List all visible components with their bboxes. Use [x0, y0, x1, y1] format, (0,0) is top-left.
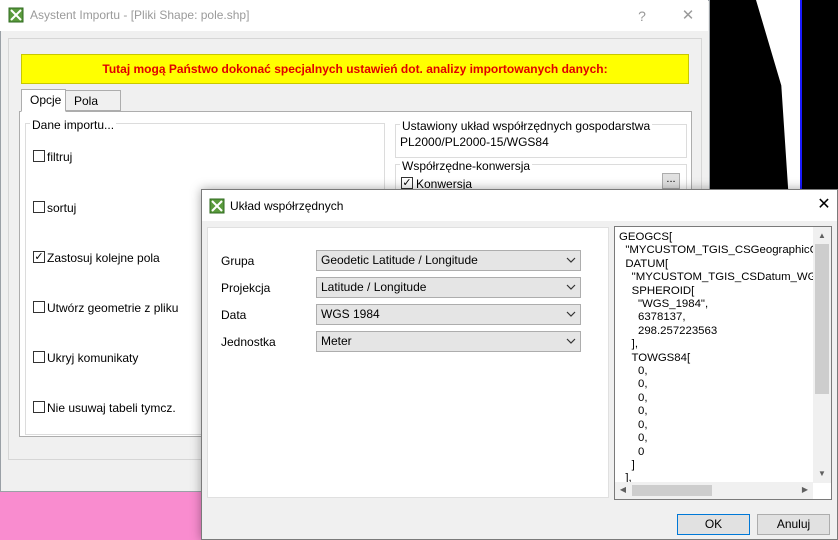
option-geometrie-checkbox[interactable]	[33, 301, 45, 313]
dialog-app-icon	[209, 198, 225, 214]
tab-pola[interactable]: Pola	[65, 90, 121, 111]
chevron-down-icon	[566, 338, 576, 344]
tab-opcje[interactable]: Opcje	[21, 89, 66, 112]
field-jednostka-label: Jednostka	[221, 335, 276, 349]
jednostka-select[interactable]: Meter	[316, 331, 581, 352]
grupa-select-value: Geodetic Latitude / Longitude	[321, 253, 478, 267]
option-geometrie-label[interactable]: Utwórz geometrie z pliku	[47, 301, 178, 315]
option-nie-usuwaj-checkbox[interactable]	[33, 401, 45, 413]
data-select-value: WGS 1984	[321, 307, 380, 321]
option-sortuj-checkbox[interactable]	[33, 201, 45, 213]
dialog-title: Układ współrzędnych	[230, 199, 344, 213]
option-zastosuj-checkbox[interactable]: ✓	[33, 251, 45, 263]
wkt-horizontal-scroll-thumb[interactable]	[632, 485, 712, 496]
option-filtruj-checkbox[interactable]	[33, 150, 45, 162]
field-grupa-label: Grupa	[221, 254, 255, 268]
desktop-background-pink	[0, 492, 202, 540]
scroll-left-arrow-icon[interactable]: ◀	[615, 482, 631, 498]
option-zastosuj-label[interactable]: Zastosuj kolejne pola	[47, 251, 160, 265]
app-icon	[8, 7, 24, 23]
grupa-select[interactable]: Geodetic Latitude / Longitude	[316, 250, 581, 271]
coord-system-value: PL2000/PL2000-15/WGS84	[400, 135, 549, 149]
conversion-settings-button[interactable]: ...	[662, 173, 680, 189]
info-banner: Tutaj mogą Państwo dokonać specjalnych u…	[21, 54, 689, 84]
conversion-checkbox[interactable]: ✓	[401, 177, 413, 189]
option-ukryj-label[interactable]: Ukryj komunikaty	[47, 351, 138, 365]
projekcja-select-value: Latitude / Longitude	[321, 280, 427, 294]
scroll-right-arrow-icon[interactable]: ▶	[797, 482, 813, 498]
option-filtruj-label[interactable]: filtruj	[47, 150, 72, 164]
jednostka-select-value: Meter	[321, 334, 352, 348]
conversion-group-label: Współrzędne-konwersja	[400, 159, 533, 173]
cancel-button[interactable]: Anuluj	[757, 514, 830, 535]
option-sortuj-label[interactable]: sortuj	[47, 201, 76, 215]
chevron-down-icon	[566, 311, 576, 317]
projekcja-select[interactable]: Latitude / Longitude	[316, 277, 581, 298]
desktop-window-edge	[800, 0, 802, 190]
scroll-down-arrow-icon[interactable]: ▼	[814, 466, 830, 482]
coord-system-label: Ustawiony układ współrzędnych gospodarst…	[400, 119, 653, 133]
help-button[interactable]: ?	[630, 5, 654, 27]
wkt-vertical-scroll-thumb[interactable]	[815, 244, 829, 394]
field-data-label: Data	[221, 308, 247, 322]
ok-button[interactable]: OK	[677, 514, 750, 535]
chevron-down-icon	[566, 284, 576, 290]
dialog-close-button[interactable]: ✕	[812, 194, 836, 216]
field-projekcja-label: Projekcja	[221, 281, 271, 295]
wkt-text[interactable]: GEOGCS[ "MYCUSTOM_TGIS_CSGeographicCoo D…	[619, 231, 814, 497]
scroll-up-arrow-icon[interactable]: ▲	[814, 228, 830, 244]
close-button[interactable]: ✕	[676, 5, 700, 27]
option-ukryj-checkbox[interactable]	[33, 351, 45, 363]
data-select[interactable]: WGS 1984	[316, 304, 581, 325]
window-title: Asystent Importu - [Pliki Shape: pole.sh…	[30, 8, 250, 22]
import-group-label: Dane importu...	[30, 118, 117, 132]
chevron-down-icon	[566, 257, 576, 263]
option-nie-usuwaj-label[interactable]: Nie usuwaj tabeli tymcz.	[47, 401, 176, 415]
